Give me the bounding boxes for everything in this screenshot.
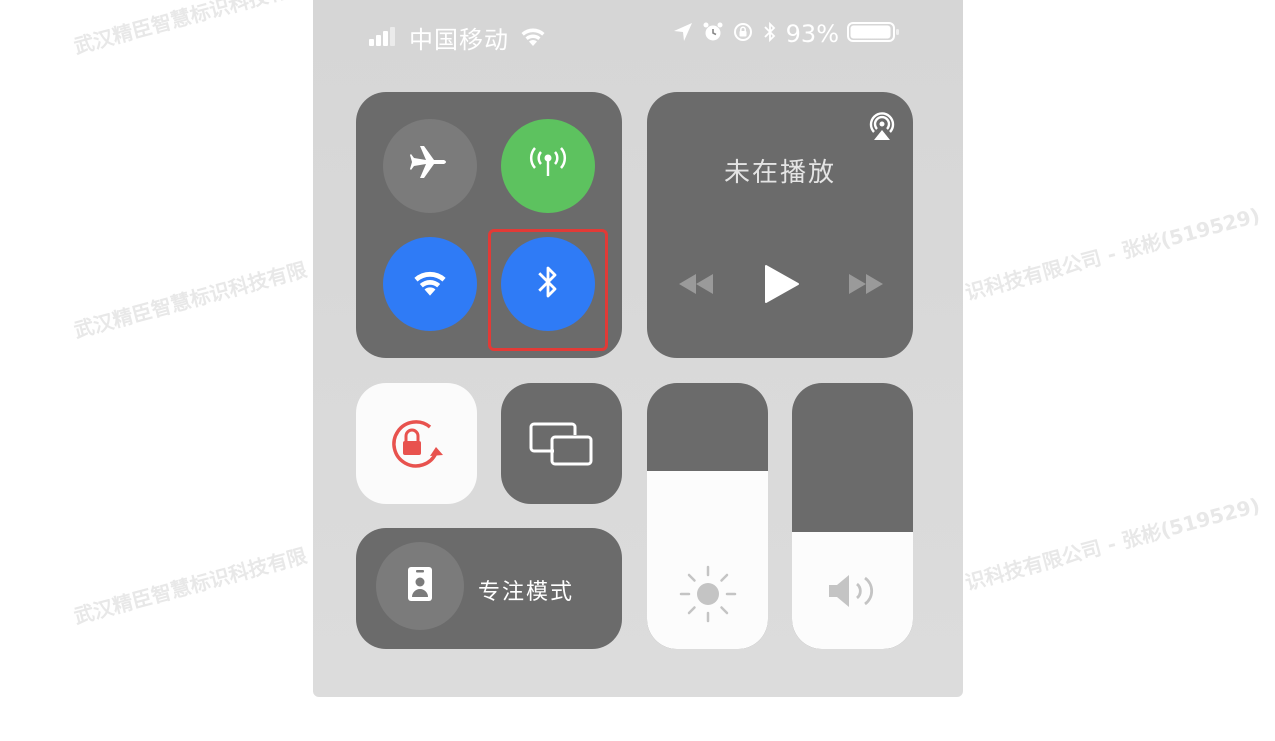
rewind-icon[interactable]: [677, 274, 715, 298]
watermark: 武汉精臣智慧标识科技有限: [71, 257, 310, 343]
orientation-lock-button[interactable]: [356, 383, 477, 504]
battery-percent: 93%: [785, 20, 839, 48]
wifi-button[interactable]: [383, 237, 477, 331]
sun-icon: [677, 563, 739, 629]
carrier-name: 中国移动: [409, 26, 509, 54]
now-playing-panel: 未在播放: [647, 92, 913, 358]
fast-forward-icon[interactable]: [847, 274, 885, 298]
orientation-lock-icon: [386, 417, 448, 477]
play-icon[interactable]: [764, 264, 800, 308]
battery-icon: [847, 20, 901, 48]
bluetooth-icon: [762, 21, 778, 47]
screen-mirroring-icon: [528, 421, 594, 471]
cellular-signal-icon: [369, 26, 399, 50]
cellular-data-icon: [525, 144, 571, 188]
location-arrow-icon: [672, 21, 694, 47]
focus-person-icon: [406, 565, 434, 607]
watermark: 识科技有限公司 - 张彬(519529): [962, 493, 1263, 595]
status-bar: 中国移动 93%: [313, 14, 963, 56]
orientation-lock-icon: [732, 21, 754, 47]
now-playing-title: 未在播放: [723, 158, 836, 188]
screen-mirroring-button[interactable]: [501, 383, 622, 504]
watermark: 武汉精臣智慧标识科技有限: [71, 543, 310, 629]
focus-mode-button[interactable]: 专注模式: [356, 528, 622, 649]
airplane-mode-button[interactable]: [383, 119, 477, 213]
speaker-icon: [825, 571, 883, 615]
alarm-icon: [702, 21, 724, 47]
brightness-slider[interactable]: [647, 383, 768, 649]
cellular-data-button[interactable]: [501, 119, 595, 213]
airplay-icon[interactable]: [865, 108, 899, 146]
volume-slider[interactable]: [792, 383, 913, 649]
focus-icon-circle: [376, 542, 464, 630]
control-center: 中国移动 93% 未在播放 专注模式: [313, 0, 963, 697]
watermark: 识科技有限公司 - 张彬(519529): [962, 203, 1263, 305]
focus-mode-label: 专注模式: [478, 580, 575, 605]
wifi-icon: [519, 25, 547, 51]
airplane-icon: [410, 144, 450, 188]
watermark: 武汉精臣智慧标识科技有限: [71, 0, 310, 59]
wifi-icon: [411, 267, 449, 301]
bluetooth-highlight-box: [488, 229, 608, 351]
